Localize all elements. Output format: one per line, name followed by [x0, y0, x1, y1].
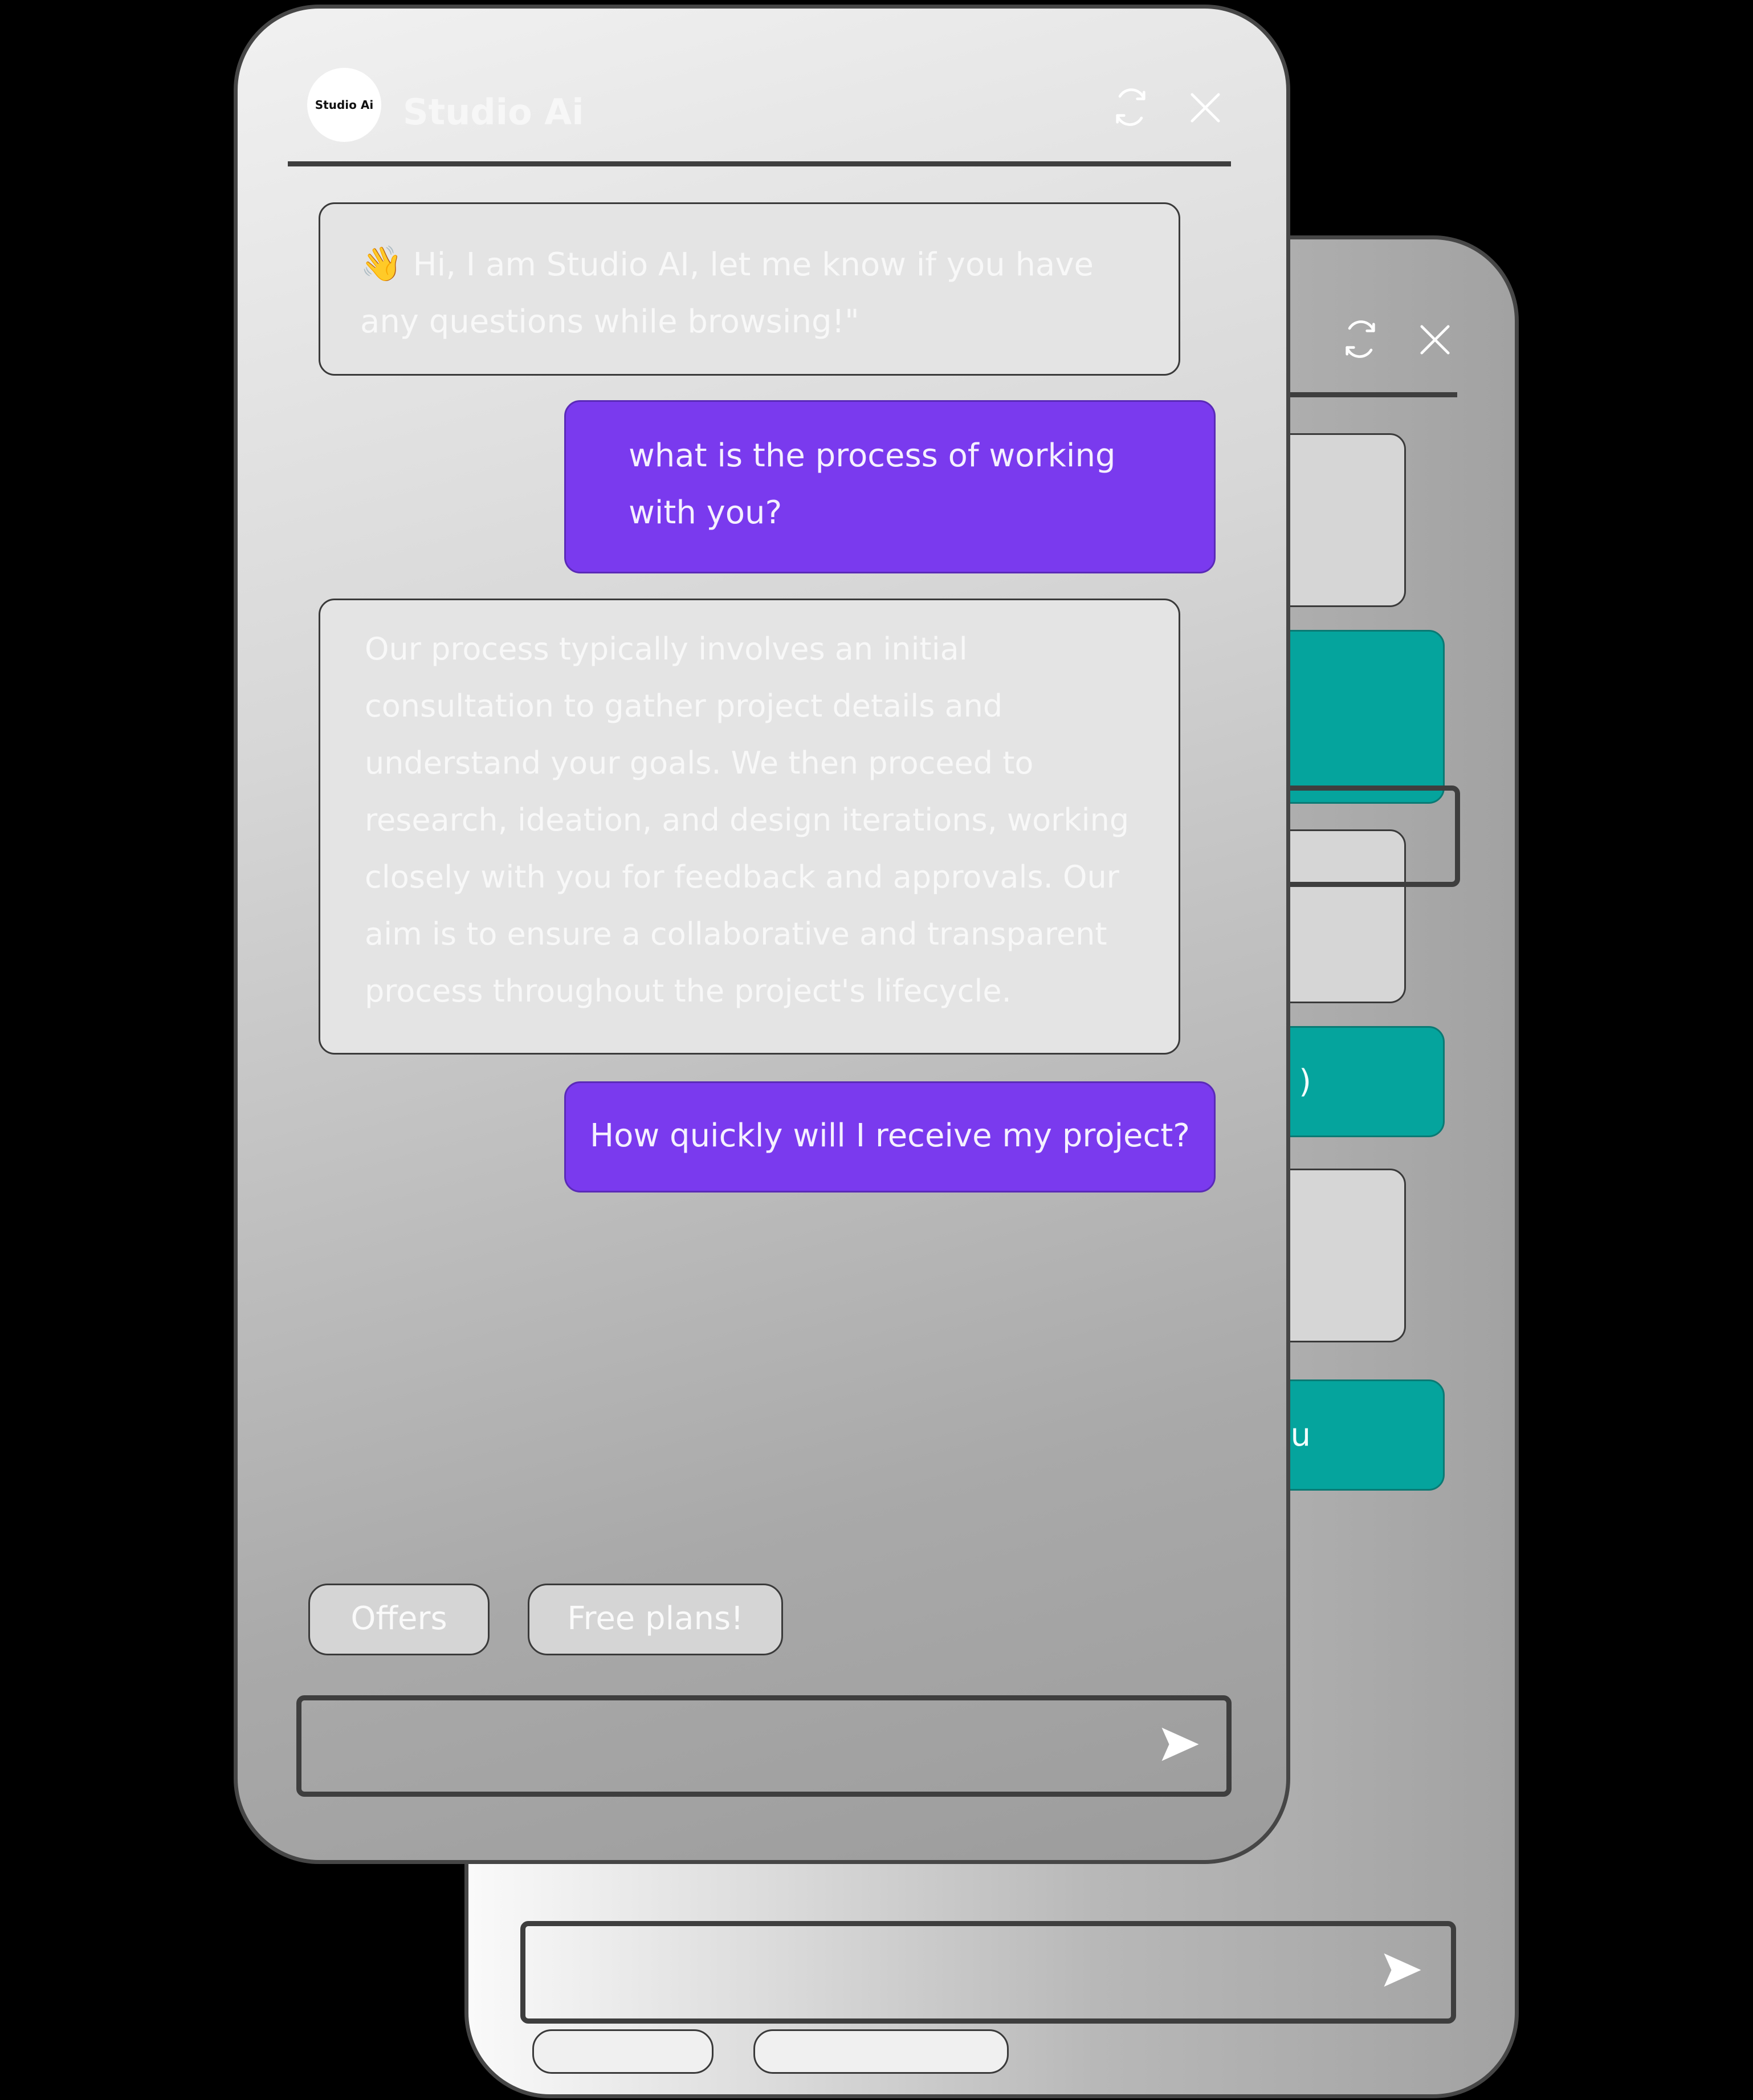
refresh-icon[interactable]	[1340, 319, 1380, 359]
refresh-icon[interactable]	[1111, 87, 1151, 127]
suggestion-chip-free-plans[interactable]: Free plans!	[528, 1584, 783, 1655]
chat-title: Studio Ai	[403, 91, 584, 133]
back-chip[interactable]	[532, 2029, 714, 2074]
chat-bubble-text: Hi, I am Studio AI, let me know if you h…	[360, 246, 1094, 340]
send-icon[interactable]	[1158, 1722, 1202, 1767]
chat-bubble-bot: 👋 Hi, I am Studio AI, let me know if you…	[319, 202, 1180, 376]
message-input[interactable]	[296, 1695, 1232, 1797]
send-icon[interactable]	[1380, 1948, 1425, 1992]
close-icon[interactable]	[1417, 322, 1453, 357]
front-chat-window: Studio Ai Studio Ai 👋 Hi, I am Studio AI…	[234, 5, 1290, 1864]
chat-bubble-text: what is the process of working with you?	[629, 437, 1116, 531]
chat-bubble-text: Our process typically involves an initia…	[365, 631, 1130, 1009]
back-message-input[interactable]	[520, 1921, 1456, 2024]
chat-bubble-user: How quickly will I receive my project?	[564, 1081, 1216, 1193]
close-icon[interactable]	[1188, 90, 1223, 125]
studio-ai-logo: Studio Ai	[307, 68, 381, 142]
chat-bubble-text: How quickly will I receive my project?	[590, 1117, 1190, 1154]
chat-bubble-bot: Our process typically involves an initia…	[319, 599, 1180, 1055]
back-chip[interactable]	[753, 2029, 1009, 2074]
chat-bubble-user: what is the process of working with you?	[564, 400, 1216, 573]
suggestion-chip-offers[interactable]: Offers	[308, 1584, 490, 1655]
waving-hand-icon: 👋	[360, 244, 403, 284]
header-divider	[288, 161, 1231, 166]
